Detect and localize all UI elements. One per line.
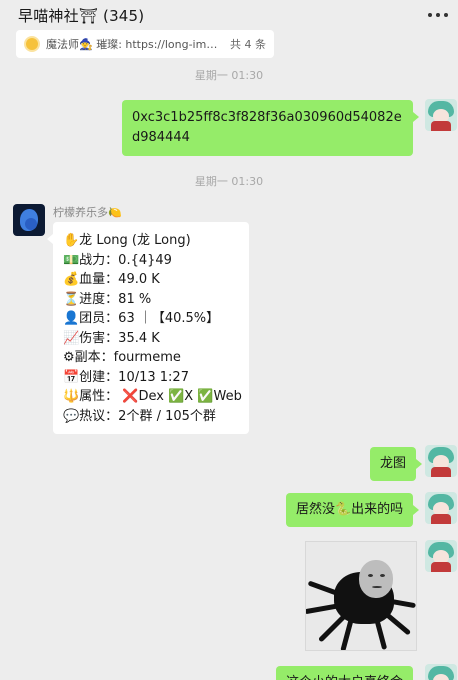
card-line-hp: 💰血量：49.0 K xyxy=(63,272,160,287)
chat-header: 早喵神社⛩ (345) xyxy=(0,0,458,30)
sender-avatar[interactable] xyxy=(13,204,45,236)
card-line-title: ✋龙 Long (龙 Long) xyxy=(63,233,191,248)
sun-icon xyxy=(26,38,38,50)
sender-name: 柠檬养乐多🍋 xyxy=(53,206,122,219)
card-line-progress: ⏳进度：81 % xyxy=(63,291,152,307)
token-info-card[interactable]: ✋龙 Long (龙 Long) 💵战力：0.{4}49 💰血量：49.0 K … xyxy=(47,222,249,434)
timestamp: 星期一 01:30 xyxy=(194,175,264,188)
pinned-count: 共 4 条 xyxy=(230,38,266,51)
pinned-message-bar[interactable]: 魔法师🧙 璀璨: https://long-ima... 共 4 条 xyxy=(16,30,274,58)
pinned-text: 魔法师🧙 璀璨: https://long-ima... xyxy=(46,38,222,51)
image-message-spider-meme[interactable] xyxy=(305,541,417,651)
my-avatar[interactable] xyxy=(425,492,457,524)
my-avatar[interactable] xyxy=(425,540,457,572)
my-avatar[interactable] xyxy=(425,664,457,680)
my-avatar[interactable] xyxy=(425,445,457,477)
message-bubble-hash[interactable]: 0xc3c1b25ff8c3f828f36a030960d54082ed9844… xyxy=(122,100,419,156)
card-line-power: 💵战力：0.{4}49 xyxy=(63,252,172,268)
message-bubble[interactable]: 这个小的大户真终会 xyxy=(276,666,413,680)
my-avatar[interactable] xyxy=(425,99,457,131)
card-line-members: 👤团员：63 ｜【40.5%】 xyxy=(63,311,220,326)
card-line-attributes: 🔱属性： ❌Dex ✅X ✅Web xyxy=(63,389,242,404)
timestamp: 星期一 01:30 xyxy=(194,69,264,82)
card-line-created: 📅创建：10/13 1:27 xyxy=(63,369,189,385)
more-dots-icon[interactable] xyxy=(428,8,448,22)
card-line-dungeon: ⚙副本：fourmeme xyxy=(63,350,181,365)
card-line-discussion: 💬热议：2个群 / 105个群 xyxy=(63,408,216,424)
message-bubble[interactable]: 龙图 xyxy=(370,447,423,481)
message-bubble[interactable]: 居然没🐍出来的吗 xyxy=(286,493,420,527)
card-line-damage: 📈伤害：35.4 K xyxy=(63,330,160,346)
chat-title[interactable]: 早喵神社⛩ (345) xyxy=(18,5,144,26)
